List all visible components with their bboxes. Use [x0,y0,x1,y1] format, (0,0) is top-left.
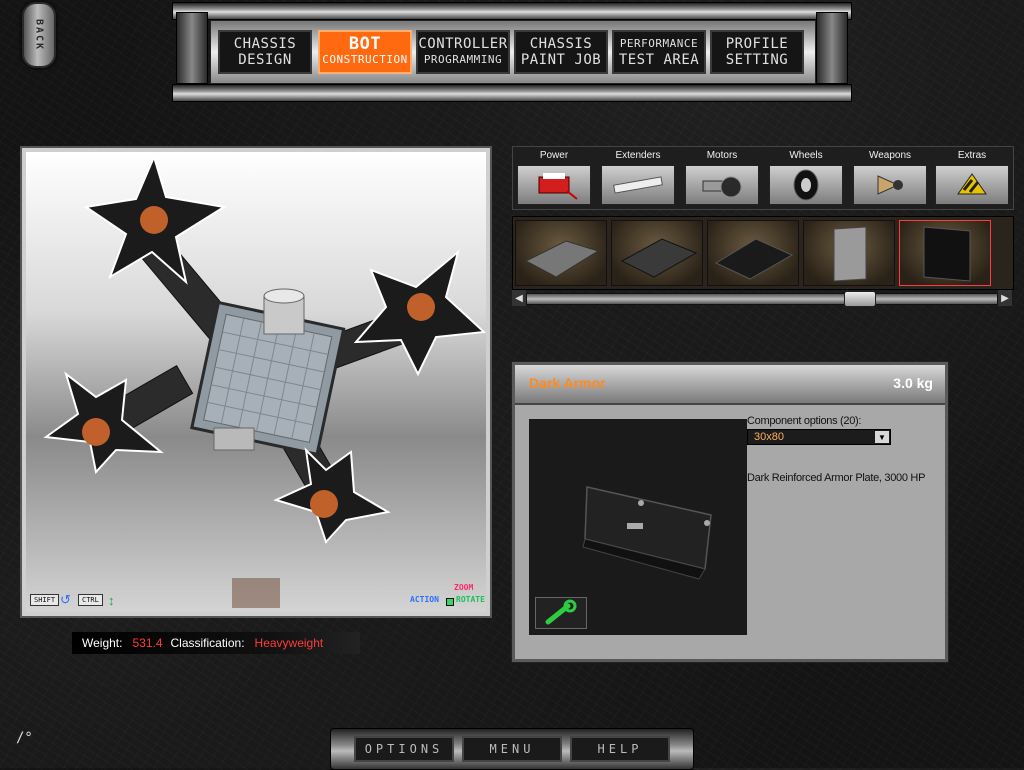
bot-model [43,154,486,544]
tab-label-line2: TEST AREA [618,52,700,68]
tab-bot-construction[interactable]: BOT CONSTRUCTION [318,30,412,74]
part-thumbnail-selected[interactable] [899,220,991,286]
part-thumbnail[interactable] [515,220,607,286]
bot-thumbnail-icon[interactable] [232,578,280,608]
menu-button[interactable]: MENU [462,736,562,762]
bot-cylinder-top [263,288,305,304]
bot-cylinder [213,427,255,451]
bot-3d-viewport[interactable]: SHIFT ↺ CTRL ↕ ZOOM ACTION ROTATE [20,146,492,618]
back-label: BACK [33,18,45,52]
category-extenders[interactable]: Extenders [597,147,679,209]
component-title: Dark Armor [529,375,606,391]
category-label: Weapons [868,150,912,161]
mouse-icon [446,598,454,606]
weight-label: Weight: [82,636,123,650]
options-label: OPTIONS [364,742,444,756]
detail-body: Component options (20): 30x80 ▼ Dark Rei… [515,405,945,659]
bot-stats-bar: Weight: 531.4 Classification: Heavyweigh… [72,632,360,654]
component-options-label: Component options (20): [747,415,862,427]
nav-cap-left [176,12,208,84]
part-thumbnail[interactable] [803,220,895,286]
rotate-label: ROTATE [456,595,485,604]
component-weight: 3.0 kg [893,375,933,391]
tab-profile-setting[interactable]: PROFILE SETTING [710,30,804,74]
nav-rail-top [172,2,852,20]
component-detail-panel: Dark Armor 3.0 kg Component options (20)… [511,361,949,663]
category-label: Wheels [789,150,823,161]
selected-option: 30x80 [754,431,784,443]
scroll-right-icon[interactable]: ▶ [998,290,1012,306]
nav-cap-right [816,12,848,84]
extras-icon [935,165,1009,205]
tab-label-line2: CONSTRUCTION [322,53,408,66]
parts-scrollbar[interactable]: ◀ ▶ [512,290,1012,307]
viewport-controls: SHIFT ↺ CTRL ↕ ZOOM ACTION ROTATE [26,578,486,612]
chevron-down-icon[interactable]: ▼ [875,431,889,443]
parts-strip [512,216,1014,290]
tab-controller-programming[interactable]: CONTROLLER PROGRAMMING [416,30,510,74]
category-weapons[interactable]: Weapons [849,147,931,209]
tab-performance-test-area[interactable]: PERFORMANCE TEST AREA [612,30,706,74]
category-label: Extras [957,150,987,161]
wheel-icon [769,165,843,205]
detail-header: Dark Armor 3.0 kg [515,365,945,405]
tab-chassis-design[interactable]: CHASSIS DESIGN [218,30,312,74]
rotate-icon: ↺ [60,592,71,607]
tab-label-line1: PERFORMANCE [619,37,699,50]
part-thumbnail[interactable] [707,220,799,286]
ctrl-key-hint: CTRL [78,594,103,606]
back-button[interactable]: BACK [22,2,56,68]
tab-label-line2: SETTING [725,52,789,68]
bottom-menu: OPTIONS MENU HELP [330,724,694,770]
category-extras[interactable]: Extras [931,147,1013,209]
weapon-icon [853,165,927,205]
scroll-track[interactable] [526,293,998,305]
action-label: ACTION [410,595,439,604]
help-button[interactable]: HELP [570,736,670,762]
help-label: HELP [597,742,643,756]
menu-label: MENU [489,742,535,756]
options-button[interactable]: OPTIONS [354,736,454,762]
scroll-thumb[interactable] [844,291,876,307]
weight-value: 531.4 [132,636,163,650]
category-motors[interactable]: Motors [681,147,763,209]
category-label: Extenders [615,150,661,161]
category-wheels[interactable]: Wheels [765,147,847,209]
tab-label-line2: PROGRAMMING [423,53,503,66]
category-label: Motors [706,150,738,161]
star-blade [353,249,486,377]
tab-label-line2: DESIGN [238,52,292,68]
zoom-label: ZOOM [454,583,474,592]
motor-icon [685,165,759,205]
shift-key-hint: SHIFT [30,594,60,606]
tab-chassis-paint-job[interactable]: CHASSIS PAINT JOB [514,30,608,74]
tab-label-line1: BOT [348,34,382,54]
tab-label-line1: PROFILE [725,36,789,52]
component-options-select[interactable]: 30x80 ▼ [747,429,891,445]
category-label: Power [539,150,569,161]
tab-label-line1: CHASSIS [233,36,297,52]
extender-icon [601,165,675,205]
category-power[interactable]: Power [513,147,595,209]
top-navigation: CHASSIS DESIGN BOT CONSTRUCTION CONTROLL… [172,0,852,102]
power-icon [517,165,591,205]
component-category-bar: Power Extenders Motors Wheels Weapons Ex… [512,146,1014,210]
nav-rail-bottom [172,84,852,102]
move-vertical-icon: ↕ [108,593,115,608]
component-description: Dark Reinforced Armor Plate, 3000 HP [747,472,926,484]
component-preview[interactable] [529,419,747,635]
tab-label-line2: PAINT JOB [520,52,602,68]
classification-value: Heavyweight [254,636,324,650]
corner-indicator: /° [16,730,33,746]
wrench-icon[interactable] [535,597,587,629]
scroll-left-icon[interactable]: ◀ [512,290,526,306]
tab-label-line1: CHASSIS [529,36,593,52]
part-thumbnail[interactable] [611,220,703,286]
classification-label: Classification: [170,636,245,650]
tab-label-line1: CONTROLLER [418,36,508,52]
